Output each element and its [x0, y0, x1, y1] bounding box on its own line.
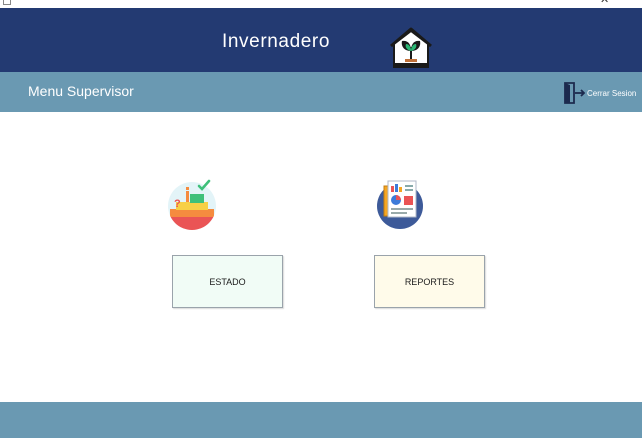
reports-documents-icon	[377, 180, 423, 229]
app-title: Invernadero	[222, 31, 331, 52]
app-footer	[0, 402, 642, 438]
window-close-icon[interactable]: ✕	[600, 0, 609, 6]
menu-title: Menu Supervisor	[28, 83, 134, 99]
logout-button[interactable]: Cerrar Sesion	[562, 81, 640, 105]
sub-header: Menu Supervisor Cerrar Sesion	[0, 72, 642, 112]
greenhouse-plant-icon	[390, 27, 432, 68]
reportes-button-label: REPORTES	[404, 276, 455, 287]
reportes-button[interactable]: REPORTES	[374, 255, 485, 308]
estado-button[interactable]: ESTADO	[172, 255, 283, 308]
app-header: Invernadero	[0, 8, 642, 72]
window-titlebar: ✕	[0, 0, 642, 8]
status-stack-icon: ?	[168, 179, 216, 230]
svg-text:?: ?	[174, 198, 181, 210]
logout-label: Cerrar Sesion	[587, 89, 637, 98]
estado-button-label: ESTADO	[209, 276, 246, 287]
logout-door-icon	[564, 82, 586, 104]
window-app-icon	[3, 0, 11, 5]
